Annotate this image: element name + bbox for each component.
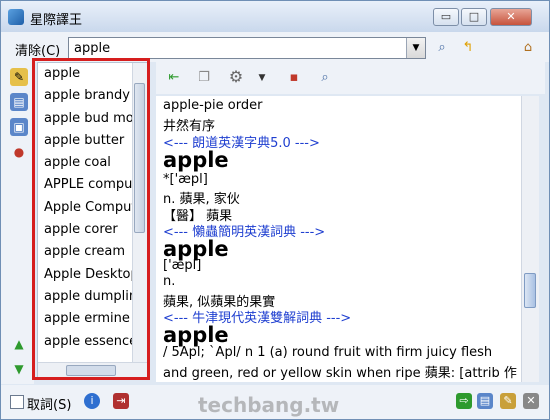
word-list-items: apple apple brandy apple bud mot apple butt… [38,63,147,353]
previous-arrow-icon[interactable]: ▲ [10,335,28,353]
word-list-item[interactable]: apple dumpling [38,286,136,308]
search-icon[interactable]: ⌕ [433,39,451,57]
definition-scroll-thumb[interactable] [524,273,536,308]
headword: apple [163,323,229,347]
left-sidebar: ✎ ▤ ▣ ● ▲ ▼ [1,62,34,384]
watermark: techbang.tw [198,393,340,417]
info-icon[interactable]: i [84,393,100,409]
word-list-item[interactable]: Apple Desktop [38,264,136,286]
definition-line: apple-pie order [163,98,263,113]
word-list-vertical-scrollbar[interactable] [132,63,147,363]
word-list-item[interactable]: Apple Comput [38,197,136,219]
word-list-horizontal-scrollbar[interactable] [38,362,147,377]
app-window: 星際譯王 ▭ □ ✕ 清除(C) ▼ ⌕ ↰ ⌂ ✎ ▤ ▣ ● ▲ ▼ app… [0,0,550,420]
stardict-app-icon [8,9,24,25]
definition-line: / 5Apl; `Apl/ n 1 (a) round fruit with f… [163,345,493,360]
window-title: 星際譯王 [30,13,83,28]
word-list-item[interactable]: APPLE comput [38,174,136,196]
chevron-down-icon[interactable]: ▼ [253,69,271,87]
word-list-item[interactable]: apple [38,63,136,85]
search-box[interactable]: ▼ [68,37,426,59]
word-list-item[interactable]: apple coal [38,152,136,174]
copy-icon[interactable]: ❐ [195,69,213,87]
title-bar[interactable]: 星際譯王 ▭ □ ✕ [1,1,549,32]
word-list-item[interactable]: apple brandy [38,85,136,107]
next-arrow-icon[interactable]: ▼ [10,360,28,378]
definition-scrollbar[interactable] [521,96,539,382]
palette-icon[interactable]: ● [10,143,28,161]
search-history-dropdown[interactable]: ▼ [406,38,425,58]
scan-selection-checkbox[interactable] [10,395,24,409]
maximize-button[interactable]: □ [461,8,487,26]
definition-line: ['æpl] [163,258,202,273]
forward-icon[interactable]: ⇨ [456,393,472,409]
back-arrow-icon[interactable]: ⇤ [165,69,183,87]
word-list-item[interactable]: apple bud mot [38,108,136,130]
word-list-item[interactable]: apple corer [38,219,136,241]
word-list[interactable]: apple apple brandy apple bud mot apple butt… [37,62,148,378]
word-list-item[interactable]: apple butter [38,130,136,152]
edit-icon[interactable]: ✎ [500,393,516,409]
word-list-hscroll-thumb[interactable] [66,365,116,376]
definition-line: n. [163,274,176,289]
word-list-tab-icon[interactable]: ✎ [10,68,28,86]
result-tab-icon[interactable]: ▣ [10,118,28,136]
go-arrow-icon[interactable]: ↰ [459,39,477,57]
definition-line: *['æpl] [163,172,208,187]
quit-icon[interactable]: ⇥ [113,393,129,409]
word-list-item[interactable]: apple essence [38,331,136,353]
close-button[interactable]: ✕ [490,8,532,26]
find-icon[interactable]: ⌕ [316,69,334,87]
word-list-scroll-thumb[interactable] [134,83,145,233]
gear-icon[interactable]: ⚙ [227,68,245,86]
word-list-item[interactable]: apple cream [38,241,136,263]
definition-pane[interactable]: apple-pie order 井然有序 <--- 朗道英漢字典5.0 ---> ap… [156,96,521,382]
scan-selection-label[interactable]: 取詞(S) [27,394,71,413]
minimize-button[interactable]: ▭ [433,8,459,26]
headword: apple [163,148,229,172]
clear-button[interactable]: 清除(C) [15,40,60,59]
home-icon[interactable]: ⌂ [519,39,537,57]
content-toolbar: ⇤ ❐ ⚙ ▼ ▪ ⌕ [156,62,545,94]
preferences-icon[interactable]: ✕ [523,393,539,409]
word-list-item[interactable]: apple ermine n [38,308,136,330]
search-input[interactable] [74,39,404,57]
dict-tab-icon[interactable]: ▤ [10,93,28,111]
dictionary-manager-icon[interactable]: ▤ [477,393,493,409]
definition-line: and green, red or yellow skin when ripe … [163,366,517,381]
save-icon[interactable]: ▪ [285,69,303,87]
